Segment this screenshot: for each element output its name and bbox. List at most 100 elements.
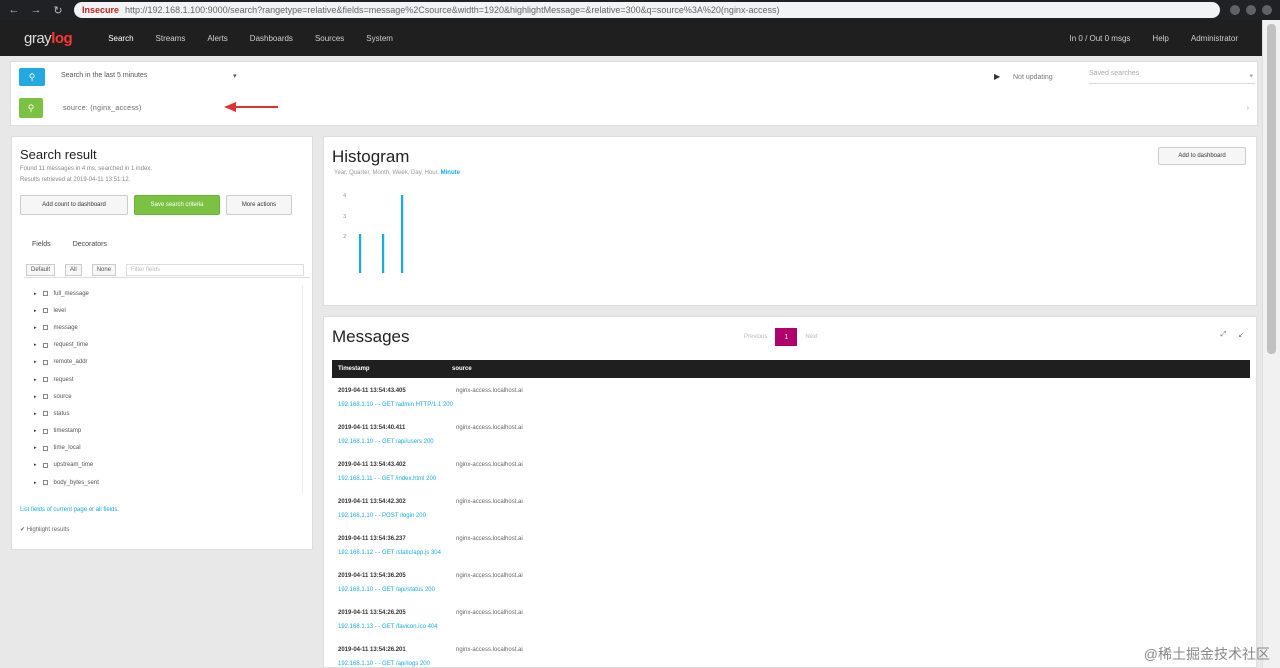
messages-table-header: Timestamp source [332, 360, 1250, 378]
tab-decorators[interactable]: Decorators [73, 241, 107, 248]
throughput-indicator[interactable]: In 0 / Out 0 msgs [1070, 34, 1131, 43]
filter-fields-input[interactable]: Filter fields [126, 263, 305, 276]
collapse-icon[interactable]: ↙ [1238, 331, 1244, 339]
field-list-scrollbar[interactable] [302, 285, 308, 493]
caret-right-icon[interactable]: ▸ [34, 291, 37, 297]
field-checkbox[interactable] [42, 308, 48, 314]
column-source[interactable]: source [452, 366, 472, 372]
field-row[interactable]: ▸ upstream_time [24, 457, 312, 474]
nav-streams[interactable]: Streams [156, 34, 186, 43]
column-timestamp[interactable]: Timestamp [332, 366, 452, 372]
pager-next[interactable]: Next [805, 334, 817, 340]
nav-sources[interactable]: Sources [315, 34, 344, 43]
caret-right-icon[interactable]: ▸ [34, 342, 37, 348]
forward-icon[interactable]: → [30, 4, 42, 16]
play-icon[interactable]: ▶ [994, 72, 1000, 81]
nav-search[interactable]: Search [108, 34, 133, 43]
field-row[interactable]: ▸ source [24, 388, 312, 405]
filter-default-button[interactable]: Default [26, 263, 56, 276]
save-search-button[interactable]: Save search criteria [134, 195, 220, 215]
nav-system[interactable]: System [366, 34, 393, 43]
field-row[interactable]: ▸ timestamp [24, 423, 312, 440]
field-checkbox[interactable] [42, 428, 48, 434]
address-bar[interactable]: Insecure http://192.168.1.100:9000/searc… [74, 2, 1220, 18]
caret-right-icon[interactable]: ▸ [34, 411, 37, 417]
field-row[interactable]: ▸ body_bytes_sent [24, 474, 312, 491]
reload-icon[interactable]: ↻ [52, 4, 64, 17]
add-to-dashboard-button[interactable]: Add to dashboard [1158, 147, 1246, 165]
saved-search-select[interactable]: Saved searches ▾ [1089, 70, 1255, 84]
expand-icon[interactable]: ⤢ [1221, 331, 1227, 339]
field-row[interactable]: ▸ time_local [24, 440, 312, 457]
field-checkbox[interactable] [42, 394, 48, 400]
field-checkbox[interactable] [42, 480, 48, 486]
message-row[interactable]: 2019-04-11 13:54:26.201 nginx-access.loca… [332, 643, 1250, 668]
field-row[interactable]: ▸ level [24, 302, 312, 319]
histogram-bar[interactable] [401, 195, 404, 273]
field-checkbox[interactable] [42, 342, 48, 348]
message-text: 192.168.1.10 - - GET /admin HTTP/1.1 200 [338, 402, 453, 408]
highlight-results-checkbox[interactable]: ✔ Highlight results [20, 526, 69, 533]
nav-dashboards[interactable]: Dashboards [250, 34, 293, 43]
pager-current-page[interactable]: 1 [775, 328, 798, 346]
caret-right-icon[interactable]: ▸ [34, 359, 37, 365]
field-checkbox[interactable] [42, 325, 48, 331]
time-range-select[interactable]: Search in the last 5 minutes [61, 72, 147, 79]
message-row[interactable]: 2019-04-11 13:54:40.411 nginx-access.loca… [332, 421, 1250, 458]
field-row[interactable]: ▸ full_message [24, 285, 312, 302]
profile-icon[interactable] [1262, 5, 1272, 15]
message-row[interactable]: 2019-04-11 13:54:43.402 nginx-access.loca… [332, 458, 1250, 495]
caret-right-icon[interactable]: ▸ [34, 394, 37, 400]
filter-none-button[interactable]: None [91, 263, 117, 276]
nav-help[interactable]: Help [1152, 34, 1168, 43]
add-count-button[interactable]: Add count to dashboard [20, 195, 128, 215]
field-name: time_local [53, 445, 81, 452]
caret-right-icon[interactable]: ▸ [34, 428, 37, 434]
field-row[interactable]: ▸ message [24, 319, 312, 336]
caret-right-icon[interactable]: ▸ [34, 308, 37, 314]
caret-right-icon[interactable]: ▸ [34, 480, 37, 486]
field-row[interactable]: ▸ status [24, 405, 312, 422]
nav-user-menu[interactable]: Administrator [1191, 34, 1238, 43]
caret-right-icon[interactable]: ▸ [34, 445, 37, 451]
caret-right-icon[interactable]: ▸ [34, 377, 37, 383]
field-checkbox[interactable] [42, 462, 48, 468]
graylog-logo[interactable]: graylog [24, 30, 73, 47]
search-query-input[interactable]: source: (nginx_access) [63, 105, 142, 112]
scrollbar-thumb[interactable] [1267, 24, 1276, 354]
field-checkbox[interactable] [42, 291, 48, 297]
extension-icon[interactable] [1230, 5, 1240, 15]
caret-right-icon[interactable]: ▸ [34, 325, 37, 331]
resolution-options[interactable]: Year, Quarter, Month, Week, Day, Hour, [334, 170, 439, 176]
more-actions-button[interactable]: More actions [226, 195, 292, 215]
caret-right-icon[interactable]: ▸ [34, 462, 37, 468]
histogram-bar[interactable] [382, 234, 385, 273]
field-checkbox[interactable] [42, 377, 48, 383]
refresh-select[interactable]: Not updating [1013, 74, 1053, 81]
pager-previous[interactable]: Previous [744, 334, 767, 340]
field-checkbox[interactable] [42, 445, 48, 451]
field-checkbox[interactable] [42, 359, 48, 365]
field-row[interactable]: ▸ request [24, 371, 312, 388]
filter-all-button[interactable]: All [65, 263, 82, 276]
field-row[interactable]: ▸ request_time [24, 337, 312, 354]
extension-icon[interactable] [1246, 5, 1256, 15]
histogram-chart: 4 3 2 [343, 193, 404, 273]
message-row[interactable]: 2019-04-11 13:54:36.237 nginx-access.loca… [332, 532, 1250, 569]
list-fields-link[interactable]: List fields of current page or all field… [20, 507, 119, 513]
message-row[interactable]: 2019-04-11 13:54:42.302 nginx-access.loca… [332, 495, 1250, 532]
message-row[interactable]: 2019-04-11 13:54:26.205 nginx-access.loca… [332, 606, 1250, 643]
query-button[interactable]: ⚲ [19, 98, 43, 118]
field-checkbox[interactable] [42, 411, 48, 417]
message-source: nginx-access.localhost.ai [456, 647, 523, 653]
back-icon[interactable]: ← [8, 4, 20, 16]
tab-fields[interactable]: Fields [32, 241, 51, 248]
field-row[interactable]: ▸ remote_addr [24, 354, 312, 371]
search-button[interactable]: ⚲ [19, 68, 45, 86]
nav-alerts[interactable]: Alerts [207, 34, 227, 43]
histogram-bar[interactable] [359, 234, 362, 273]
resolution-active[interactable]: Minute [441, 170, 460, 176]
page-scrollbar[interactable] [1262, 20, 1280, 668]
message-row[interactable]: 2019-04-11 13:54:36.205 nginx-access.loca… [332, 569, 1250, 606]
message-row[interactable]: 2019-04-11 13:54:43.405 nginx-access.loca… [332, 384, 1250, 421]
